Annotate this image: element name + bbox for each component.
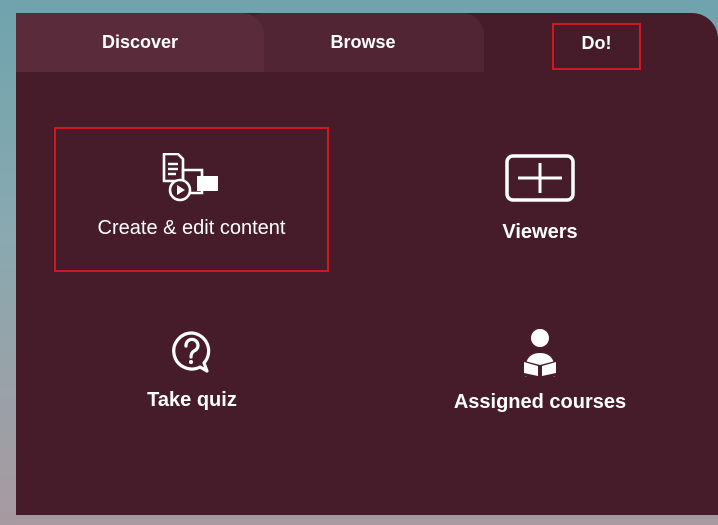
tab-browse-label: Browse [330,32,396,52]
question-bubble-icon [172,331,211,373]
viewers-label: Viewers [502,221,578,243]
viewers-tile[interactable]: Viewers [418,127,662,272]
reader-icon [521,329,559,379]
assigned-courses-label: Assigned courses [453,391,627,413]
create-edit-content-tile[interactable]: Create & edit content [54,127,329,272]
create-edit-content-label: Create & edit content [97,217,286,239]
assigned-courses-tile[interactable]: Assigned courses [418,313,662,443]
tab-discover-label: Discover [101,32,179,52]
take-quiz-tile[interactable]: Take quiz [72,313,312,443]
viewers-icon [505,154,575,202]
do-panel: Discover Browse Do! Create & edit conten… [16,13,718,515]
tab-do[interactable]: Do! [552,23,641,70]
tab-bar: Discover Browse Do! [16,13,718,72]
tab-do-label: Do! [581,33,612,53]
create-edit-content-icon [162,153,218,202]
tab-discover[interactable]: Discover [16,13,264,72]
take-quiz-label: Take quiz [147,389,237,411]
tab-browse[interactable]: Browse [242,13,484,72]
